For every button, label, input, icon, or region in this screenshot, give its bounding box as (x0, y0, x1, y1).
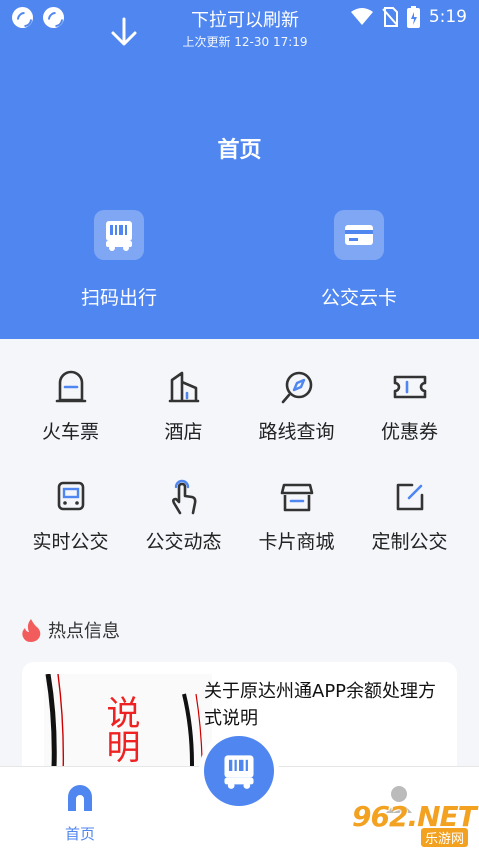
service-hotel[interactable]: 酒店 (127, 367, 240, 449)
no-sim-icon (382, 7, 398, 27)
bus-cloud-card-label: 公交云卡 (320, 287, 397, 309)
qr-bus-icon (224, 755, 254, 789)
edit-icon (396, 483, 423, 511)
clock: 5:19 (428, 7, 467, 27)
refresh-title: 下拉可以刷新 (191, 10, 299, 31)
service-realtime-bus[interactable]: 实时公交 (14, 477, 127, 559)
service-label: 火车票 (41, 421, 99, 443)
service-card-shop[interactable]: 卡片商城 (240, 477, 353, 559)
service-label: 定制公交 (371, 531, 448, 553)
arrow-down-icon (111, 17, 137, 46)
notification-icon (12, 7, 33, 28)
service-label: 酒店 (164, 421, 203, 443)
service-label: 卡片商城 (258, 531, 335, 553)
hotel-icon (168, 371, 199, 403)
qr-bus-icon (94, 210, 144, 260)
tap-icon (171, 479, 196, 515)
watermark-logo: 962.NET 乐游网 (338, 800, 477, 847)
watermark-sub: 乐游网 (420, 828, 468, 847)
scan-to-ride-button[interactable]: 扫码出行 (39, 210, 199, 310)
battery-icon (406, 6, 420, 28)
card-icon (334, 210, 384, 260)
service-label: 优惠券 (380, 421, 438, 443)
service-bus-updates[interactable]: 公交动态 (127, 477, 240, 559)
bus-icon (57, 481, 84, 511)
flame-icon (22, 619, 41, 642)
service-route-search[interactable]: 路线查询 (240, 367, 353, 449)
scan-to-ride-label: 扫码出行 (80, 287, 157, 309)
service-train-ticket[interactable]: 火车票 (14, 367, 127, 449)
notification-icon (43, 7, 64, 28)
coupon-icon (393, 375, 426, 399)
compass-icon (281, 371, 312, 404)
service-label: 实时公交 (32, 531, 109, 553)
thumbnail-text: 说明 (100, 695, 140, 763)
hot-info-header: 热点信息 (20, 617, 120, 643)
bus-cloud-card-button[interactable]: 公交云卡 (279, 210, 439, 310)
tab-home[interactable]: 首页 (50, 783, 110, 844)
shop-icon (280, 483, 313, 512)
tab-home-label: 首页 (64, 825, 95, 843)
page-title: 首页 (217, 138, 262, 163)
pull-to-refresh: 下拉可以刷新 上次更新 12-30 17:19 (110, 9, 370, 57)
header-banner: 5:19 下拉可以刷新 上次更新 12-30 17:19 首页 扫码出行 公交云… (0, 0, 479, 339)
service-coupon[interactable]: 优惠券 (353, 367, 466, 449)
scan-fab-button[interactable] (204, 736, 274, 806)
service-custom-bus[interactable]: 定制公交 (353, 477, 466, 559)
service-label: 公交动态 (145, 531, 222, 553)
last-updated: 上次更新 12-30 17:19 (182, 35, 308, 49)
train-icon (55, 370, 86, 403)
news-title: 关于原达州通APP余额处理方式说明 (204, 681, 437, 729)
service-grid: 火车票 酒店 路线查询 优惠券 实时公交 公交动态 卡片商城 定制公交 (14, 367, 466, 559)
home-icon (68, 785, 92, 811)
section-title: 热点信息 (48, 621, 120, 642)
service-label: 路线查询 (258, 421, 335, 443)
